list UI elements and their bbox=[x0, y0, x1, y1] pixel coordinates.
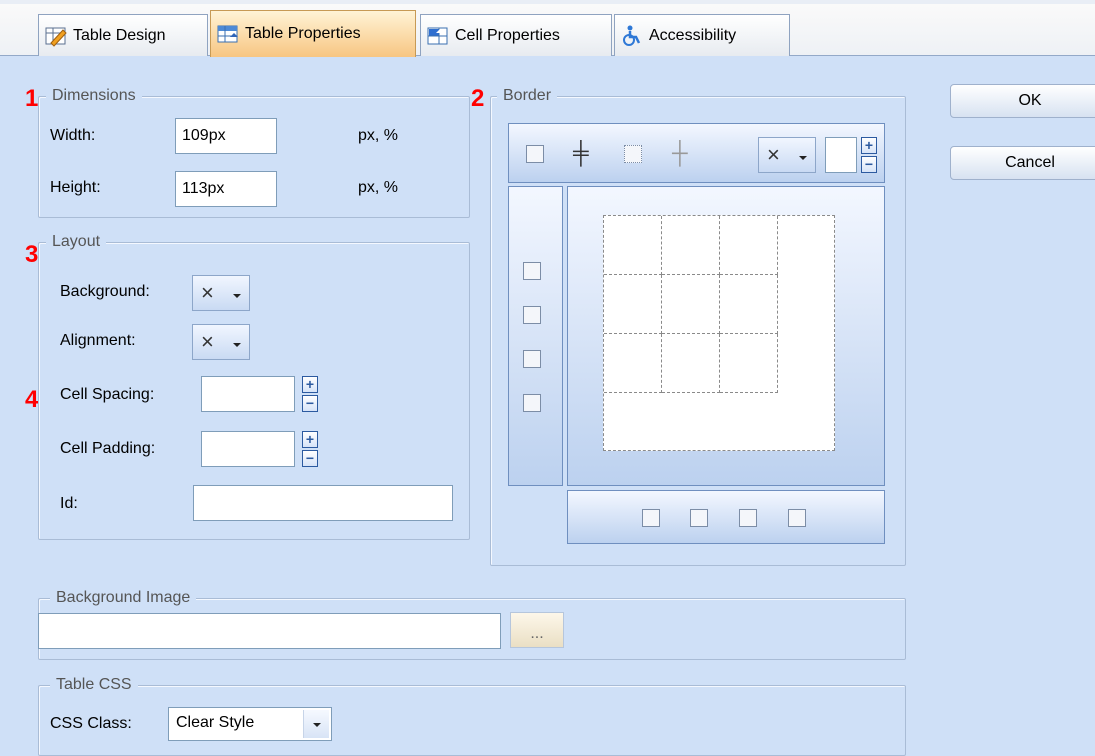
border-legend: Border bbox=[497, 87, 558, 105]
tab-table-design[interactable]: Table Design bbox=[38, 14, 208, 56]
accessibility-icon bbox=[621, 25, 643, 47]
id-input[interactable] bbox=[193, 485, 453, 521]
tab-accessibility[interactable]: Accessibility bbox=[614, 14, 790, 56]
cell-padding-input[interactable] bbox=[201, 431, 295, 467]
vertical-inner-border-icon[interactable] bbox=[523, 306, 541, 324]
decrement-icon[interactable]: − bbox=[302, 450, 318, 467]
marker-4: 4 bbox=[25, 386, 39, 413]
no-style-icon: × bbox=[767, 142, 780, 167]
width-unit: px, % bbox=[358, 127, 399, 144]
height-input[interactable] bbox=[175, 171, 277, 207]
preview-cell bbox=[662, 216, 720, 275]
decrement-icon[interactable]: − bbox=[861, 156, 877, 173]
tab-label: Table Properties bbox=[245, 25, 361, 42]
preview-cell bbox=[662, 334, 720, 393]
preview-cell bbox=[604, 216, 662, 275]
border-width-input[interactable] bbox=[825, 137, 857, 173]
border-style-dropdown[interactable]: × bbox=[758, 137, 816, 173]
cancel-button[interactable]: Cancel bbox=[950, 146, 1095, 180]
browse-button[interactable]: ... bbox=[510, 612, 564, 648]
marker-1: 1 bbox=[25, 85, 39, 112]
preview-cell bbox=[662, 275, 720, 334]
width-label: Width: bbox=[50, 127, 96, 144]
decrement-icon[interactable]: − bbox=[302, 395, 318, 412]
cell-properties-icon bbox=[427, 25, 449, 47]
height-unit: px, % bbox=[358, 179, 399, 196]
table-design-icon bbox=[45, 25, 67, 47]
height-label: Height: bbox=[50, 179, 101, 196]
chevron-down-icon bbox=[233, 343, 241, 347]
border-bottom-toolbar bbox=[567, 490, 885, 544]
preview-cell bbox=[720, 216, 778, 275]
top-bottom-border-icon[interactable] bbox=[788, 509, 806, 527]
increment-icon[interactable]: + bbox=[861, 137, 877, 154]
css-class-label: CSS Class: bbox=[50, 715, 132, 732]
dimensions-legend: Dimensions bbox=[46, 87, 142, 105]
left-right-border-icon[interactable] bbox=[523, 394, 541, 412]
css-class-select[interactable]: Clear Style bbox=[168, 707, 332, 741]
alignment-label: Alignment: bbox=[60, 332, 136, 349]
tab-table-properties[interactable]: Table Properties bbox=[210, 10, 416, 57]
tab-bar: Table Design Table Properties Cell Prope… bbox=[0, 4, 1095, 57]
tab-cell-properties[interactable]: Cell Properties bbox=[420, 14, 612, 56]
background-color-dropdown[interactable]: × bbox=[192, 275, 250, 311]
marker-2: 2 bbox=[471, 85, 485, 112]
no-alignment-icon: × bbox=[201, 329, 214, 354]
preview-cell bbox=[604, 334, 662, 393]
css-class-value: Clear Style bbox=[176, 714, 255, 731]
all-borders-icon[interactable] bbox=[526, 145, 544, 163]
cell-spacing-input[interactable] bbox=[201, 376, 295, 412]
border-left-toolbar bbox=[508, 186, 563, 486]
ok-button[interactable]: OK bbox=[950, 84, 1095, 118]
chevron-down-icon[interactable] bbox=[303, 710, 329, 738]
background-image-input[interactable] bbox=[38, 613, 501, 649]
cell-padding-label: Cell Padding: bbox=[60, 440, 156, 457]
background-label: Background: bbox=[60, 283, 150, 300]
cell-spacing-label: Cell Spacing: bbox=[60, 386, 155, 403]
border-width-stepper[interactable]: + − bbox=[861, 137, 877, 173]
right-border-icon[interactable] bbox=[523, 350, 541, 368]
inner-borders-icon[interactable]: ╪ bbox=[573, 140, 589, 166]
preview-cell bbox=[604, 275, 662, 334]
no-borders-icon[interactable]: ┼ bbox=[672, 140, 688, 166]
increment-icon[interactable]: + bbox=[302, 431, 318, 448]
tab-label: Table Design bbox=[73, 26, 166, 44]
increment-icon[interactable]: + bbox=[302, 376, 318, 393]
tab-label: Cell Properties bbox=[455, 26, 560, 44]
cell-padding-stepper[interactable]: + − bbox=[302, 431, 318, 467]
outer-borders-icon[interactable] bbox=[624, 145, 642, 163]
width-input[interactable] bbox=[175, 118, 277, 154]
id-label: Id: bbox=[60, 495, 78, 512]
table-properties-icon bbox=[217, 23, 239, 45]
layout-legend: Layout bbox=[46, 233, 107, 251]
marker-3: 3 bbox=[25, 241, 39, 268]
alignment-dropdown[interactable]: × bbox=[192, 324, 250, 360]
horizontal-inner-border-icon[interactable] bbox=[690, 509, 708, 527]
table-css-legend: Table CSS bbox=[50, 676, 138, 694]
left-border-icon[interactable] bbox=[523, 262, 541, 280]
no-color-icon: × bbox=[201, 280, 214, 305]
chevron-down-icon bbox=[799, 156, 807, 160]
cell-spacing-stepper[interactable]: + − bbox=[302, 376, 318, 412]
bottom-border-icon[interactable] bbox=[739, 509, 757, 527]
chevron-down-icon bbox=[233, 294, 241, 298]
background-image-legend: Background Image bbox=[50, 589, 197, 607]
preview-cell bbox=[720, 275, 778, 334]
tab-label: Accessibility bbox=[649, 26, 737, 44]
top-border-icon[interactable] bbox=[642, 509, 660, 527]
preview-cell bbox=[720, 334, 778, 393]
